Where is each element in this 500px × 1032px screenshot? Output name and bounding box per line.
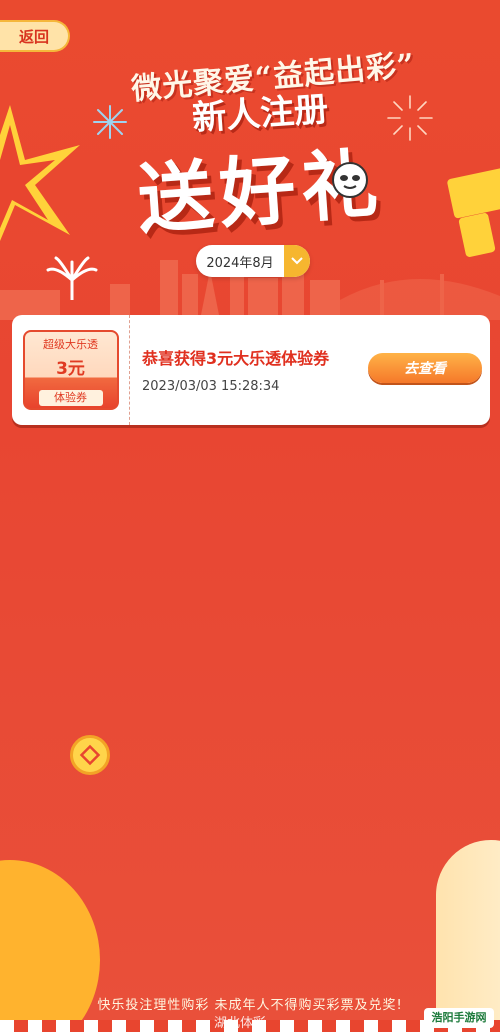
month-selector-label: 2024年8月: [206, 255, 274, 271]
panda-mascot-icon: [332, 162, 368, 198]
ticket-type-tag: 体验券: [38, 390, 103, 406]
ticket-amount: 3元: [56, 359, 85, 379]
month-selector[interactable]: 2024年8月: [196, 245, 310, 277]
ribbon-decoration: [446, 165, 500, 219]
reward-record-card: 超级大乐透 3元 体验券 恭喜获得3元大乐透体验券 2023/03/03 15:…: [12, 315, 490, 425]
watermark-text: 湖北体彩: [214, 1016, 267, 1031]
coin-icon: [70, 735, 110, 775]
voucher-ticket: 超级大乐透 3元 体验券: [22, 330, 119, 410]
back-button[interactable]: 返回: [0, 20, 70, 52]
ticket-game-name: 超级大乐透: [43, 338, 98, 351]
star-burst-decoration: [0, 105, 80, 241]
site-logo: 浩阳手游网: [424, 1008, 494, 1028]
view-reward-button[interactable]: 去查看: [368, 353, 482, 383]
page: 返回 微光聚爱“益起出彩” 新人注册 送好礼 2024年8月 超级大乐透 3元 …: [0, 0, 500, 1032]
ticket-thumbnail: 超级大乐透 3元 体验券: [12, 315, 130, 425]
